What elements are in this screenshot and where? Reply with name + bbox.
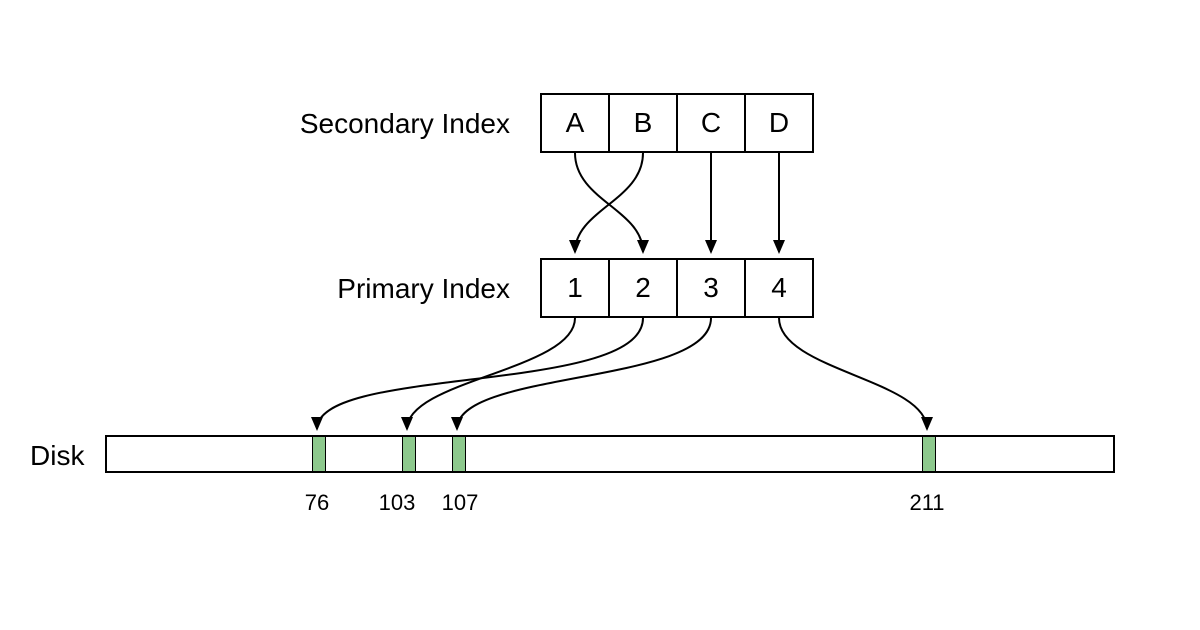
primary-cell-3: 3 [676,258,746,318]
primary-index-label: Primary Index [250,273,510,305]
disk-bar [105,435,1115,473]
disk-position-76: 76 [305,490,329,516]
arrow-b-to-1 [575,153,643,252]
arrow-1-to-103 [407,318,575,429]
secondary-index-label: Secondary Index [250,108,510,140]
disk-position-107: 107 [442,490,479,516]
secondary-cell-b: B [608,93,678,153]
disk-position-103: 103 [379,490,416,516]
primary-cell-4: 4 [744,258,814,318]
secondary-cell-d: D [744,93,814,153]
secondary-index-row: A B C D [540,93,814,153]
arrow-4-to-211 [779,318,927,429]
secondary-cell-a: A [540,93,610,153]
secondary-cell-c: C [676,93,746,153]
arrow-3-to-107 [457,318,711,429]
primary-cell-2: 2 [608,258,678,318]
disk-position-211: 211 [909,490,944,516]
primary-index-row: 1 2 3 4 [540,258,814,318]
primary-cell-1: 1 [540,258,610,318]
disk-block-76 [312,437,326,471]
disk-label: Disk [30,440,90,472]
disk-block-211 [922,437,936,471]
arrow-a-to-2 [575,153,643,252]
diagram-stage: Secondary Index A B C D Primary Index 1 … [0,0,1200,630]
disk-block-103 [402,437,416,471]
disk-block-107 [452,437,466,471]
arrow-2-to-76 [317,318,643,429]
